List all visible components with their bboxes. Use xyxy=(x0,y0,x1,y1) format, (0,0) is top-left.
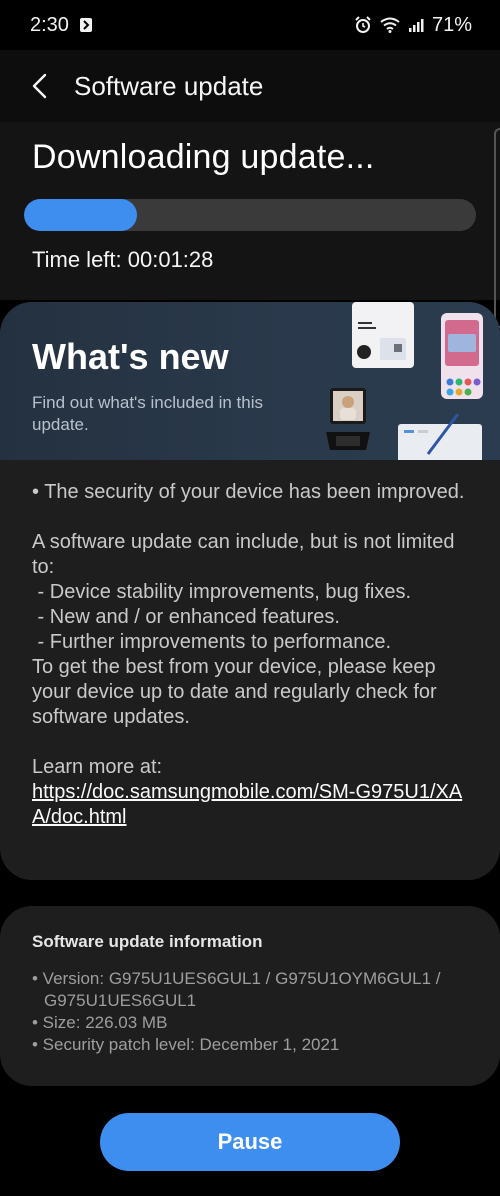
update-info-card: Software update information • Version: G… xyxy=(0,906,500,1086)
time-left: Time left: 00:01:28 xyxy=(32,247,214,272)
pause-button[interactable]: Pause xyxy=(100,1113,400,1171)
tablet-illustration-icon xyxy=(352,302,414,368)
back-button[interactable] xyxy=(24,66,54,106)
wifi-icon xyxy=(380,17,400,33)
tablet-pen-illustration-icon xyxy=(398,414,482,460)
whats-new-title: What's new xyxy=(32,336,229,377)
back-arrow-icon xyxy=(32,73,47,99)
whats-new-card: What's new Find out what's included in t… xyxy=(0,302,500,880)
whats-new-body: • The security of your device has been i… xyxy=(0,460,500,830)
info-size: • Size: 226.03 MB xyxy=(32,1013,168,1032)
download-title: Downloading update... xyxy=(32,138,375,176)
info-list: • Version: G975U1UES6GUL1 / G975U1OYM6GU… xyxy=(32,968,468,1056)
app-bar: Software update xyxy=(0,50,500,122)
download-section: Downloading update... Time left: 00:01:2… xyxy=(0,122,500,300)
update-item: - Device stability improvements, bug fix… xyxy=(32,581,412,603)
page-title: Software update xyxy=(74,70,264,101)
nfc-icon xyxy=(79,17,93,33)
update-advice: To get the best from your device, please… xyxy=(32,656,437,728)
status-time: 2:30 xyxy=(30,13,69,36)
battery-percent: 71% xyxy=(431,13,472,36)
learn-more-link[interactable]: https://doc.samsungmobile.com/SM-G975U1/… xyxy=(32,781,462,828)
whats-new-banner: What's new Find out what's included in t… xyxy=(0,302,500,460)
phone-illustration-icon xyxy=(441,313,483,399)
info-security-patch: • Security patch level: December 1, 2021 xyxy=(32,1035,340,1054)
alarm-icon xyxy=(354,16,372,34)
whats-new-subtitle: Find out what's included in this update. xyxy=(32,393,263,434)
security-note: • The security of your device has been i… xyxy=(32,481,465,503)
status-bar: 2:30 71% xyxy=(0,0,500,50)
info-version: • Version: G975U1UES6GUL1 / G975U1OYM6GU… xyxy=(32,969,441,1010)
info-title: Software update information xyxy=(32,932,263,951)
scroll-indicator xyxy=(494,128,500,328)
update-intro: A software update can include, but is no… xyxy=(32,531,455,578)
update-item: - New and / or enhanced features. xyxy=(32,606,340,628)
learn-more-label: Learn more at: xyxy=(32,756,163,778)
flip-phone-illustration-icon xyxy=(326,388,370,450)
download-progress-bar xyxy=(24,199,476,231)
progress-fill xyxy=(24,199,137,231)
signal-icon xyxy=(408,17,424,33)
update-item: - Further improvements to performance. xyxy=(32,631,392,653)
